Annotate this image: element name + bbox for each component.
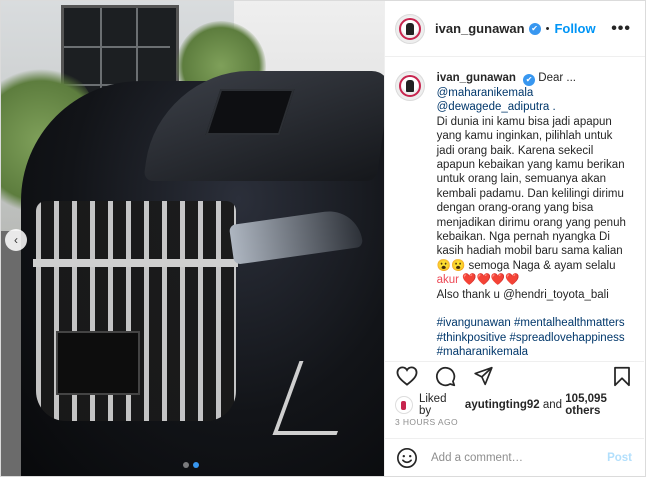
smiley-icon [397, 447, 417, 468]
heart-icon [396, 366, 418, 386]
caption-username-link[interactable]: ivan_gunawan [437, 72, 516, 84]
avatar[interactable] [395, 13, 425, 44]
chevron-left-icon: ‹ [14, 233, 18, 247]
previous-slide-button[interactable]: ‹ [5, 229, 27, 251]
hashtag-line[interactable]: #maharanikemala [437, 345, 630, 359]
carousel-indicator [183, 462, 199, 468]
caption-line: untuk orang lain, semuanya akan [436, 173, 607, 186]
caption-line: menjadikan dirimu orang yang penuh [436, 216, 626, 229]
license-plate [56, 331, 140, 395]
follow-button[interactable]: Follow [554, 21, 595, 36]
share-button[interactable] [471, 364, 495, 388]
emoji-button[interactable] [395, 446, 419, 470]
caption-line: kebaikan. Nga pernah nyangka Di [436, 231, 610, 244]
like-button[interactable] [395, 364, 419, 388]
post-side-panel: ivan_gunawan ✔ • Follow ••• ivan_gunawan… [384, 1, 645, 476]
caption-line: Also thank u @hendri_toyota_bali [436, 288, 609, 301]
post-timestamp[interactable]: 3 HOURS AGO [395, 417, 458, 427]
caption-line: kembali padamu. Dan kelilingi dirimu [436, 187, 624, 200]
likes-summary: Liked by ayutingting92 and 105,095 other… [395, 393, 645, 417]
liker-avatar[interactable] [395, 396, 413, 414]
caption-line [437, 302, 630, 316]
verified-badge-icon: ✔ [523, 74, 536, 86]
comment-input[interactable]: Add a comment… [431, 452, 607, 464]
hashtag-line[interactable]: #ivangunawan #mentalhealthmatters [437, 316, 630, 330]
carousel-dot [183, 462, 189, 468]
caption-line: Di dunia ini kamu bisa jadi apapun [436, 115, 612, 128]
comment-icon [435, 366, 455, 386]
paper-plane-icon [473, 366, 493, 386]
save-button[interactable] [610, 364, 634, 388]
likes-count-link[interactable]: 105,095 others [565, 393, 645, 417]
caption-line: Dear ... [538, 72, 576, 84]
verified-badge-icon: ✔ [528, 22, 541, 35]
caption-line: 😮😮 semoga Naga & ayam selalu [436, 259, 616, 272]
comment-button[interactable] [433, 364, 457, 388]
caption-section: ivan_gunawan ✔ Dear ... @maharanikemala … [385, 57, 644, 362]
carousel-dot-active [193, 462, 199, 468]
more-options-icon[interactable]: ••• [611, 20, 631, 38]
bookmark-icon [614, 366, 630, 386]
caption-line: apapun kebaikan yang kamu berikan [436, 159, 625, 172]
caption-line: jadi orang baik. Karena sekecil [436, 144, 594, 157]
mention-link[interactable]: @maharanikemala [437, 87, 534, 99]
instagram-post: ‹ ivan_gunawan ✔ • Follow ••• ivan_gunaw… [0, 0, 646, 477]
mention-link[interactable]: @dewagede_adiputra . [437, 101, 556, 113]
hashtag-line[interactable]: #thinkpositive #spreadlovehappiness [437, 331, 630, 345]
caption-line: dengan orang-orang yang bisa [436, 202, 594, 215]
action-bar [385, 362, 644, 390]
comment-box: Add a comment… Post [385, 438, 644, 476]
caption-line: kasih hadiah mobil baru sama kalian [436, 245, 623, 258]
caption-text: ivan_gunawan ✔ Dear ... @maharanikemala … [437, 71, 630, 359]
post-header: ivan_gunawan ✔ • Follow ••• [385, 1, 645, 57]
caption-avatar[interactable] [395, 71, 425, 101]
separator-dot: • [545, 22, 550, 35]
username-link[interactable]: ivan_gunawan [435, 21, 525, 36]
post-photo[interactable]: ‹ [1, 1, 384, 476]
liker-username-link[interactable]: ayutingting92 [465, 399, 540, 411]
car-sunroof [205, 89, 295, 135]
caption-line: akur ❤️❤️❤️❤️ [436, 274, 520, 287]
caption-line: yang kamu inginkan, pilihlah untuk [436, 130, 613, 143]
post-comment-button[interactable]: Post [607, 452, 632, 464]
